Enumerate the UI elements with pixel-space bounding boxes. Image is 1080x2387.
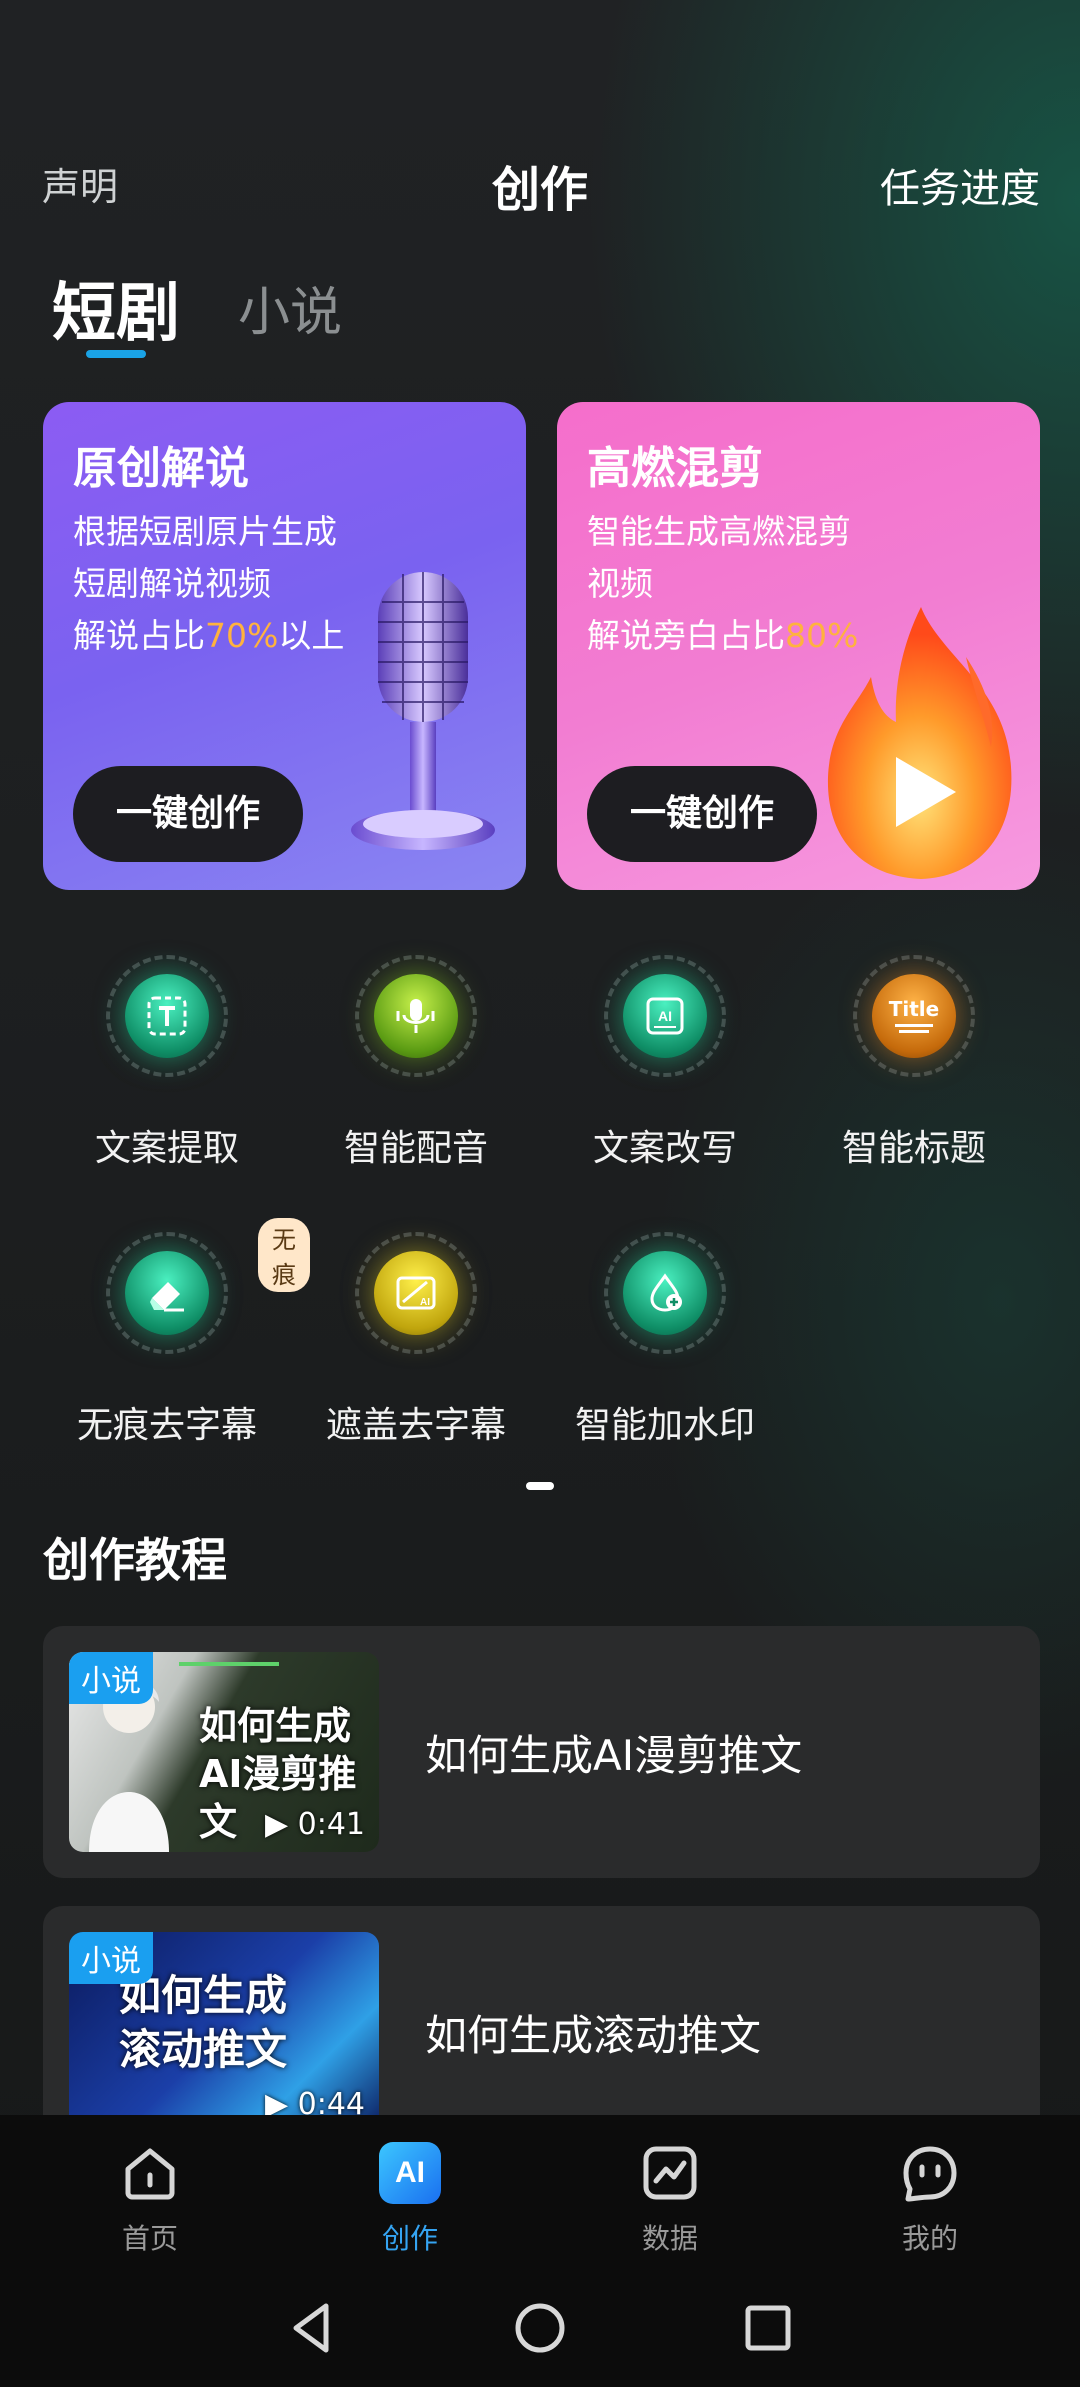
- eraser-icon: [125, 1251, 209, 1335]
- card-desc-line: 根据短剧原片生成: [73, 512, 337, 551]
- tutorial-title: 如何生成AI漫剪推文: [425, 1731, 803, 1780]
- recents-square-icon[interactable]: [738, 2298, 798, 2358]
- home-icon: [118, 2141, 182, 2205]
- cover-subtitle-icon: AI: [374, 1251, 458, 1335]
- nav-home[interactable]: 首页: [50, 2141, 250, 2257]
- page-indicator: [526, 1482, 554, 1490]
- traceless-badge: 无痕: [258, 1218, 310, 1292]
- active-tab-indicator: [86, 350, 146, 358]
- tool-ring: Title: [853, 955, 975, 1077]
- nav-profile[interactable]: 我的: [830, 2141, 1030, 2257]
- tab-short-drama[interactable]: 短剧: [52, 262, 180, 354]
- tool-label: 文案改写: [592, 1128, 737, 1169]
- nav-label: 创作: [381, 2222, 438, 2255]
- tutorial-thumbnail[interactable]: 小说 如何生成 AI漫剪推文 ▶ 0:41: [69, 1652, 379, 1852]
- tool-label: 智能加水印: [574, 1405, 755, 1446]
- tool-ai-rewrite[interactable]: AI 文案改写: [555, 955, 775, 1171]
- tutorials-title: 创作教程: [43, 1533, 227, 1587]
- home-circle-icon[interactable]: [510, 2298, 570, 2358]
- title-icon-line: [898, 1030, 929, 1033]
- tutorial-title: 如何生成滚动推文: [425, 2011, 762, 2060]
- tool-label: 智能配音: [343, 1128, 488, 1169]
- tool-ring: 无痕: [106, 1218, 310, 1354]
- svg-text:AI: AI: [658, 1008, 672, 1024]
- tool-label: 无痕去字幕: [76, 1405, 257, 1446]
- tool-voice-dub[interactable]: 智能配音: [306, 955, 526, 1171]
- title-icon-line: [894, 1024, 933, 1027]
- create-button[interactable]: 一键创作: [73, 766, 303, 862]
- bottom-navigation: 首页 AI 创作 数据 我的: [0, 2115, 1080, 2270]
- ai-icon: AI: [378, 2141, 442, 2205]
- nav-data[interactable]: 数据: [570, 2141, 770, 2257]
- card-description: 根据短剧原片生成 短剧解说视频 解说占比70%以上: [73, 506, 344, 662]
- microphone-icon: [351, 572, 495, 850]
- card-desc-line: 短剧解说视频: [73, 564, 271, 603]
- voice-dub-icon: [374, 974, 458, 1058]
- title-icon: Title: [872, 974, 956, 1058]
- card-desc-text: 解说占比: [73, 616, 205, 655]
- tool-ring: AI: [604, 955, 726, 1077]
- high-energy-mix-card[interactable]: 高燃混剪 智能生成高燃混剪 视频 解说旁白占比80% 一键创作: [557, 402, 1040, 890]
- create-button[interactable]: 一键创作: [587, 766, 817, 862]
- tool-label: 文案提取: [94, 1128, 239, 1169]
- card-desc-text: 以上: [278, 616, 345, 655]
- profile-icon: [898, 2141, 962, 2205]
- thumb-title-line: 如何生成: [119, 1971, 288, 2020]
- tool-ring: AI: [355, 1232, 477, 1354]
- thumb-title-line: 滚动推文: [119, 2025, 288, 2074]
- tab-novel[interactable]: 小说: [238, 270, 342, 345]
- task-progress-link[interactable]: 任务进度: [880, 156, 1040, 214]
- card-desc-text: 解说旁白占比: [587, 616, 785, 655]
- back-icon[interactable]: [282, 2298, 342, 2358]
- card-title: 高燃混剪: [587, 443, 763, 494]
- tool-text-extract[interactable]: 文案提取: [57, 955, 277, 1171]
- card-title: 原创解说: [73, 443, 249, 494]
- thumb-progress-line: [179, 1662, 279, 1666]
- system-navigation-bar: [0, 2270, 1080, 2387]
- fire-play-icon: [827, 607, 1012, 879]
- ai-icon-text: AI: [379, 2142, 441, 2204]
- tutorial-item[interactable]: 小说 如何生成 滚动推文 ▶ 0:44 如何生成滚动推文: [43, 1906, 1040, 2146]
- nav-label: 数据: [641, 2222, 698, 2255]
- thumb-title-line: 如何生成: [199, 1704, 352, 1748]
- tool-ring: [106, 955, 228, 1077]
- watermark-icon: [623, 1251, 707, 1335]
- tutorial-item[interactable]: 小说 如何生成 AI漫剪推文 ▶ 0:41 如何生成AI漫剪推文: [43, 1626, 1040, 1878]
- card-desc-line: 智能生成高燃混剪: [587, 512, 851, 551]
- tutorial-thumbnail[interactable]: 小说 如何生成 滚动推文 ▶ 0:44: [69, 1932, 379, 2132]
- tool-ring: [355, 955, 477, 1077]
- original-commentary-card[interactable]: 原创解说 根据短剧原片生成 短剧解说视频 解说占比70%以上 一键创作: [43, 402, 526, 890]
- title-icon-text: Title: [888, 997, 940, 1021]
- video-duration: ▶ 0:41: [265, 1807, 365, 1842]
- card-desc-line: 解说占比70%以上: [73, 610, 344, 662]
- ai-rewrite-icon: AI: [623, 974, 707, 1058]
- card-desc-highlight: 70%: [205, 616, 279, 655]
- tool-label: 遮盖去字幕: [325, 1405, 506, 1446]
- tool-ring: [604, 1232, 726, 1354]
- nav-label: 首页: [121, 2222, 178, 2255]
- tool-cover-subtitle-remove[interactable]: AI 遮盖去字幕: [306, 1232, 526, 1448]
- chart-icon: [638, 2141, 702, 2205]
- category-tag: 小说: [69, 1652, 153, 1704]
- tool-label: 智能标题: [841, 1128, 986, 1169]
- tool-smart-title[interactable]: Title 智能标题: [804, 955, 1024, 1171]
- tool-smart-watermark[interactable]: 智能加水印: [555, 1232, 775, 1448]
- top-bar: 声明 创作 任务进度: [0, 150, 1080, 218]
- svg-text:AI: AI: [420, 1297, 430, 1308]
- category-tag: 小说: [69, 1932, 153, 1984]
- nav-label: 我的: [901, 2222, 958, 2255]
- text-extract-icon: [125, 974, 209, 1058]
- tool-traceless-subtitle-remove[interactable]: 无痕 无痕去字幕: [57, 1218, 310, 1448]
- nav-create[interactable]: AI 创作: [310, 2141, 510, 2257]
